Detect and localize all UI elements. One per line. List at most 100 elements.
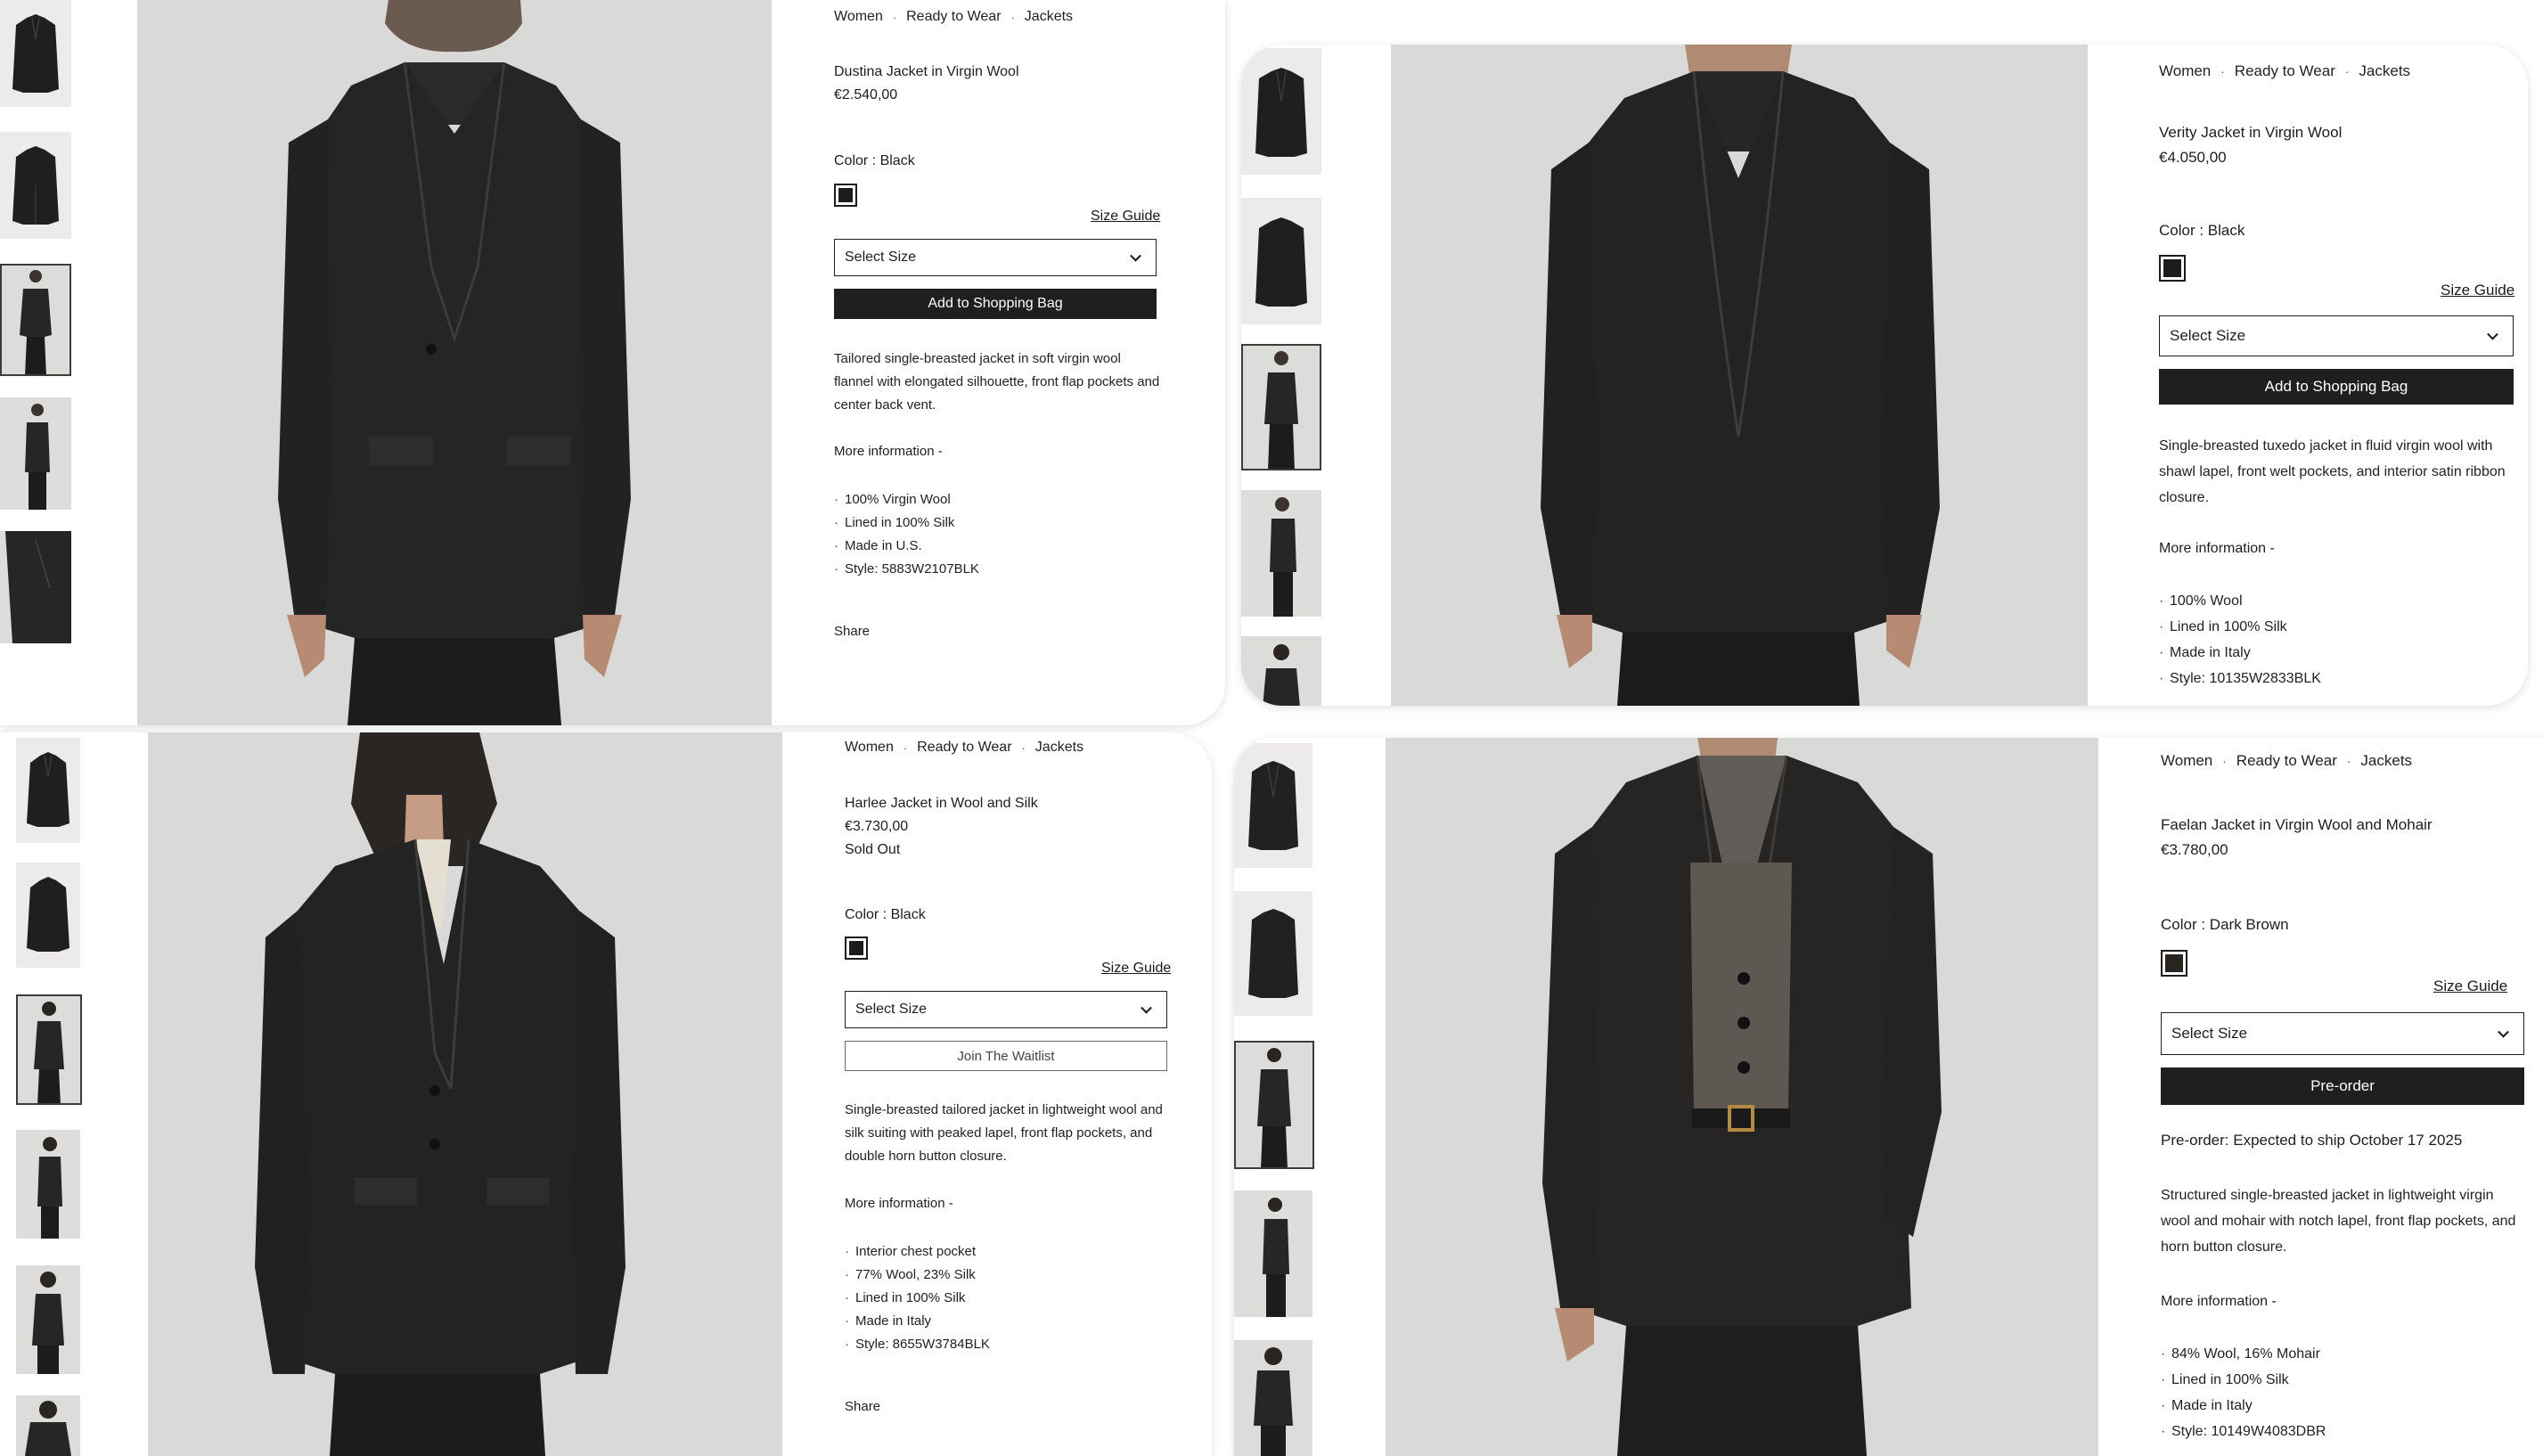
detail-text: Style: 10135W2833BLK bbox=[2170, 671, 2321, 686]
thumbnail-model-front[interactable] bbox=[0, 264, 71, 376]
detail-item: · Style: 10149W4083DBR bbox=[2161, 1419, 2326, 1444]
detail-item: · Style: 5883W2107BLK bbox=[834, 558, 979, 581]
breadcrumb-jackets[interactable]: Jackets bbox=[1035, 740, 1083, 756]
detail-text: Made in Italy bbox=[855, 1313, 932, 1329]
more-information-toggle[interactable]: More information - bbox=[834, 444, 943, 459]
breadcrumb-ready-to-wear[interactable]: Ready to Wear bbox=[2235, 62, 2335, 80]
chevron-down-icon bbox=[1130, 249, 1141, 262]
color-swatch-black[interactable] bbox=[2159, 255, 2186, 282]
detail-item: · Style: 8655W3784BLK bbox=[845, 1333, 990, 1356]
size-select-label: Select Size bbox=[855, 1002, 928, 1017]
size-guide-link[interactable]: Size Guide bbox=[2433, 977, 2507, 995]
detail-item: · 77% Wool, 23% Silk bbox=[845, 1264, 990, 1287]
thumbnail-flat-back[interactable] bbox=[1234, 891, 1312, 1016]
color-prefix: Color : bbox=[834, 153, 880, 168]
product-details-list: · 100% Virgin Wool · Lined in 100% Silk · M… bbox=[834, 488, 979, 581]
breadcrumb-women[interactable]: Women bbox=[2159, 62, 2211, 80]
detail-text: 84% Wool, 16% Mohair bbox=[2171, 1346, 2320, 1362]
color-swatch-dark-brown[interactable] bbox=[2161, 950, 2187, 977]
product-title: Harlee Jacket in Wool and Silk bbox=[845, 796, 1038, 811]
size-select[interactable]: Select Size bbox=[2161, 1012, 2524, 1055]
breadcrumb-jackets[interactable]: Jackets bbox=[2359, 62, 2410, 80]
thumbnail-model-side[interactable] bbox=[0, 397, 71, 510]
thumbnail-model-side[interactable] bbox=[16, 1130, 80, 1239]
chevron-down-icon bbox=[2487, 328, 2498, 340]
product-title: Verity Jacket in Virgin Wool bbox=[2159, 124, 2343, 141]
breadcrumb: Women · Ready to Wear · Jackets bbox=[834, 9, 1073, 25]
color-value: Dark Brown bbox=[2209, 916, 2289, 933]
detail-text: Style: 8655W3784BLK bbox=[855, 1337, 990, 1352]
thumbnail-flat-back[interactable] bbox=[1241, 198, 1321, 324]
size-guide-link[interactable]: Size Guide bbox=[1101, 961, 1171, 977]
thumbnail-flat-back[interactable] bbox=[0, 132, 71, 239]
color-value: Black bbox=[890, 907, 926, 922]
thumbnail-flat-front[interactable] bbox=[1234, 743, 1312, 868]
thumbnail-flat-front[interactable] bbox=[16, 738, 80, 843]
detail-text: 100% Wool bbox=[2170, 593, 2243, 609]
more-information-toggle[interactable]: More information - bbox=[2161, 1294, 2277, 1310]
detail-item: · 84% Wool, 16% Mohair bbox=[2161, 1341, 2326, 1367]
product-info: Women · Ready to Wear · Jackets Verity J… bbox=[2088, 45, 2528, 706]
product-main-image bbox=[148, 732, 782, 1456]
share-link[interactable]: Share bbox=[845, 1399, 880, 1414]
breadcrumb-ready-to-wear[interactable]: Ready to Wear bbox=[906, 9, 1001, 25]
size-select[interactable]: Select Size bbox=[2159, 315, 2514, 356]
more-information-toggle[interactable]: More information - bbox=[845, 1196, 953, 1211]
breadcrumb-women[interactable]: Women bbox=[845, 740, 894, 756]
thumbnail-model-back[interactable] bbox=[1234, 1340, 1312, 1456]
product-info: Women · Ready to Wear · Jackets Faelan J… bbox=[2098, 738, 2543, 1456]
size-select-label: Select Size bbox=[2171, 1025, 2248, 1042]
breadcrumb-separator: · bbox=[2220, 64, 2225, 78]
breadcrumb-jackets[interactable]: Jackets bbox=[1025, 9, 1073, 25]
color-label: Color : Black bbox=[2159, 222, 2245, 240]
breadcrumb-women[interactable]: Women bbox=[2161, 752, 2212, 770]
detail-text: 100% Virgin Wool bbox=[845, 492, 951, 507]
breadcrumb-separator: · bbox=[1010, 10, 1015, 24]
product-title: Dustina Jacket in Virgin Wool bbox=[834, 64, 1019, 79]
chevron-down-icon bbox=[2498, 1026, 2509, 1038]
thumbnail-flat-front[interactable] bbox=[0, 0, 71, 107]
color-label: Color : Black bbox=[845, 907, 926, 923]
thumbnail-model-front[interactable] bbox=[1234, 1041, 1314, 1169]
detail-item: · Lined in 100% Silk bbox=[2159, 614, 2321, 640]
add-to-bag-button[interactable]: Add to Shopping Bag bbox=[834, 289, 1157, 319]
detail-item: · Made in Italy bbox=[2161, 1393, 2326, 1419]
thumbnail-model-back[interactable] bbox=[1241, 636, 1321, 706]
thumbnail-flat-back[interactable] bbox=[16, 863, 80, 968]
breadcrumb-ready-to-wear[interactable]: Ready to Wear bbox=[917, 740, 1011, 756]
detail-item: · Made in Italy bbox=[2159, 640, 2321, 666]
thumbnail-model-side[interactable] bbox=[1234, 1190, 1312, 1317]
detail-text: Made in Italy bbox=[2171, 1398, 2253, 1413]
bullet-icon: · bbox=[834, 561, 838, 577]
detail-text: Lined in 100% Silk bbox=[855, 1290, 966, 1305]
color-swatch-black[interactable] bbox=[834, 184, 857, 207]
more-information-toggle[interactable]: More information - bbox=[2159, 541, 2275, 557]
thumbnail-detail[interactable] bbox=[0, 531, 71, 643]
bullet-icon: · bbox=[845, 1313, 849, 1329]
thumbnail-model-front[interactable] bbox=[16, 994, 82, 1105]
breadcrumb-ready-to-wear[interactable]: Ready to Wear bbox=[2236, 752, 2337, 770]
product-details-list: · 84% Wool, 16% Mohair · Lined in 100% Sil… bbox=[2161, 1341, 2326, 1444]
pre-order-button[interactable]: Pre-order bbox=[2161, 1067, 2524, 1105]
share-link[interactable]: Share bbox=[834, 624, 870, 639]
color-swatch-black[interactable] bbox=[845, 937, 868, 960]
size-select[interactable]: Select Size bbox=[834, 239, 1157, 276]
breadcrumb-jackets[interactable]: Jackets bbox=[2360, 752, 2412, 770]
thumbnail-model-front[interactable] bbox=[1241, 344, 1321, 470]
breadcrumb-women[interactable]: Women bbox=[834, 9, 883, 25]
thumbnail-detail[interactable] bbox=[16, 1395, 80, 1456]
join-waitlist-button[interactable]: Join The Waitlist bbox=[845, 1041, 1167, 1071]
product-main-image bbox=[1386, 738, 2098, 1456]
size-select-label: Select Size bbox=[845, 249, 917, 265]
detail-item: · 100% Wool bbox=[2159, 588, 2321, 614]
size-guide-link[interactable]: Size Guide bbox=[1091, 209, 1160, 225]
color-prefix: Color : bbox=[2159, 222, 2208, 239]
detail-text: 77% Wool, 23% Silk bbox=[855, 1267, 976, 1282]
size-select[interactable]: Select Size bbox=[845, 991, 1167, 1028]
size-guide-link[interactable]: Size Guide bbox=[2441, 282, 2514, 299]
thumbnail-flat-front[interactable] bbox=[1241, 48, 1321, 175]
thumbnail-model-back[interactable] bbox=[16, 1265, 80, 1374]
bullet-icon: · bbox=[2161, 1346, 2166, 1362]
add-to-bag-button[interactable]: Add to Shopping Bag bbox=[2159, 369, 2514, 405]
thumbnail-model-side[interactable] bbox=[1241, 490, 1321, 617]
